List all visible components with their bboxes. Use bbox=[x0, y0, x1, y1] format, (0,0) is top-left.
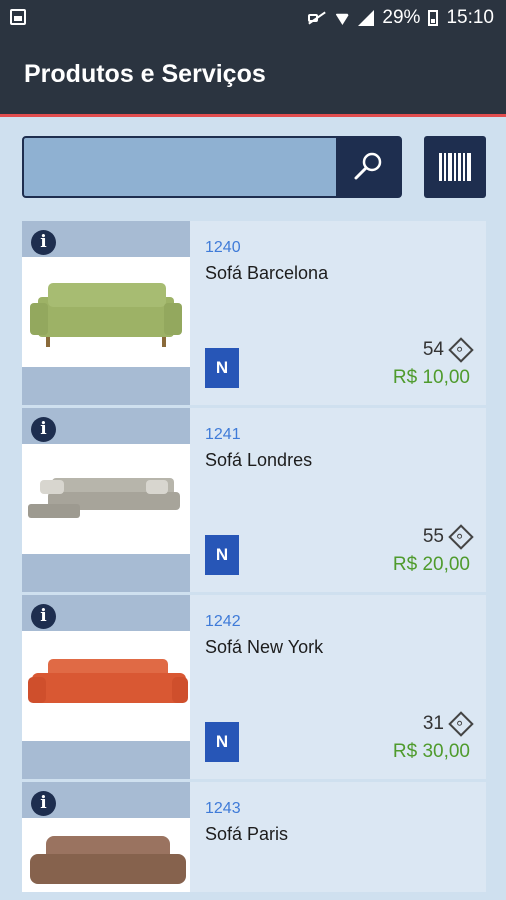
stock-count: 31 bbox=[422, 713, 444, 734]
mute-icon bbox=[308, 10, 326, 26]
product-thumbnail: i bbox=[22, 782, 190, 892]
stock-count: 55 bbox=[422, 526, 444, 547]
search-input[interactable] bbox=[24, 138, 338, 196]
product-name: Sofá Paris bbox=[205, 824, 289, 844]
info-icon[interactable]: i bbox=[31, 417, 56, 442]
product-code: 1243 bbox=[205, 800, 241, 817]
product-price: R$ 30,00 bbox=[392, 741, 470, 762]
product-code: 1241 bbox=[205, 426, 241, 443]
product-name: Sofá Barcelona bbox=[205, 263, 329, 283]
product-image bbox=[22, 631, 190, 741]
header-accent-line bbox=[0, 114, 506, 117]
info-icon[interactable]: i bbox=[31, 791, 56, 816]
page-title: Produtos e Serviços bbox=[24, 60, 266, 88]
status-indicators: 29% 15:10 bbox=[308, 7, 494, 29]
search-box bbox=[22, 136, 402, 198]
product-price: R$ 20,00 bbox=[392, 554, 470, 575]
search-icon bbox=[354, 152, 382, 180]
product-code: 1240 bbox=[205, 239, 241, 256]
search-button[interactable] bbox=[336, 138, 400, 196]
status-bar: 29% 15:10 bbox=[0, 0, 506, 36]
barcode-scan-button[interactable] bbox=[424, 136, 486, 198]
product-stock: 55 bbox=[422, 524, 474, 550]
wifi-icon bbox=[334, 10, 350, 26]
gallery-icon bbox=[10, 9, 26, 25]
info-icon[interactable]: i bbox=[31, 230, 56, 255]
product-list: i 1240 Sofá Barcelona N 54 R$ 10,00 i 12… bbox=[22, 221, 486, 895]
product-stock: 31 bbox=[422, 711, 474, 737]
product-image bbox=[22, 257, 190, 367]
price-tag-icon bbox=[448, 524, 474, 550]
product-thumbnail: i bbox=[22, 221, 190, 405]
battery-percent: 29% bbox=[382, 7, 421, 28]
product-badge: N bbox=[205, 535, 239, 575]
stock-count: 54 bbox=[422, 339, 444, 360]
battery-icon bbox=[428, 10, 439, 26]
product-name: Sofá New York bbox=[205, 637, 324, 657]
clock: 15:10 bbox=[446, 7, 494, 28]
product-thumbnail: i bbox=[22, 408, 190, 592]
product-image bbox=[22, 444, 190, 554]
barcode-icon bbox=[439, 153, 471, 181]
price-tag-icon bbox=[448, 337, 474, 363]
product-badge: N bbox=[205, 348, 239, 388]
product-name: Sofá Londres bbox=[205, 450, 313, 470]
product-thumbnail: i bbox=[22, 595, 190, 779]
product-badge: N bbox=[205, 722, 239, 762]
app-bar: Produtos e Serviços bbox=[0, 36, 506, 114]
price-tag-icon bbox=[448, 711, 474, 737]
product-card[interactable]: i 1243 Sofá Paris bbox=[22, 782, 486, 892]
product-image bbox=[22, 818, 190, 892]
info-icon[interactable]: i bbox=[31, 604, 56, 629]
product-code: 1242 bbox=[205, 613, 241, 630]
product-price: R$ 10,00 bbox=[392, 367, 470, 388]
product-card[interactable]: i 1241 Sofá Londres N 55 R$ 20,00 bbox=[22, 408, 486, 592]
product-stock: 54 bbox=[422, 337, 474, 363]
product-card[interactable]: i 1240 Sofá Barcelona N 54 R$ 10,00 bbox=[22, 221, 486, 405]
signal-icon bbox=[358, 10, 375, 26]
product-card[interactable]: i 1242 Sofá New York N 31 R$ 30,00 bbox=[22, 595, 486, 779]
